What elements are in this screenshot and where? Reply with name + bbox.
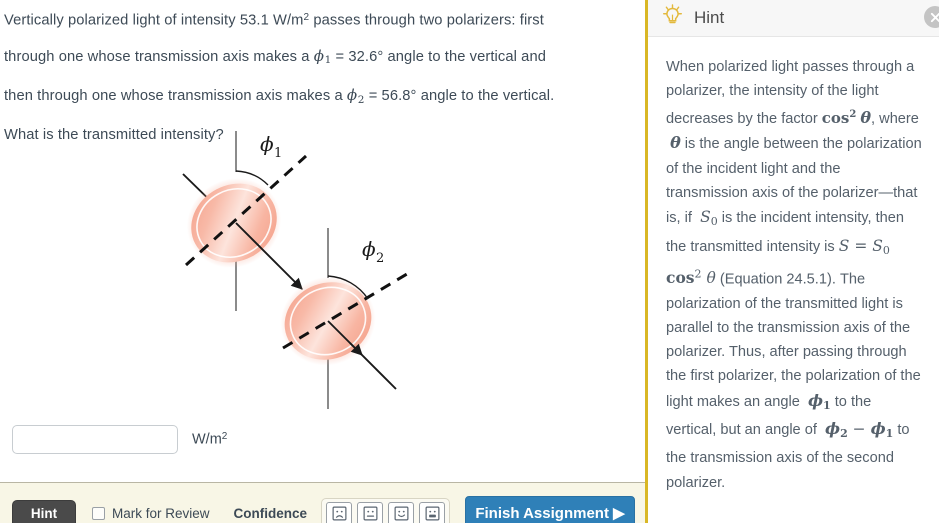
answer-row: W/m2 [12,425,227,454]
mark-for-review-label: Mark for Review [112,506,210,521]
theta-symbol-2: θ [670,133,681,153]
frown-face-icon[interactable] [326,501,353,523]
question-pane: Vertically polarized light of intensity … [0,0,645,523]
phi1-diagram-label: ϕ [260,132,274,156]
hint-paragraph: When polarized light passes through a po… [666,55,925,495]
question-line-2: through one whose transmission axis make… [4,39,604,79]
answer-unit-base: W/m [192,431,222,448]
bottom-toolbar: Hint Mark for Review Confidence Finish A… [0,482,645,523]
cos-exponent: 2 [849,109,857,121]
hint-phi2-subscript: 2 [840,427,848,441]
hint-phi1-symbol: ϕ [807,390,824,410]
hint-phi1b-symbol: ϕ [870,419,886,439]
answer-input[interactable] [12,425,178,454]
question-line-3-part-b: = 56.8° angle to the vertical. [364,88,555,105]
S0-base: S [700,208,711,227]
grin-face-icon[interactable] [419,501,446,523]
neutral-face-icon[interactable] [357,501,384,523]
transmitted-ray [349,342,397,390]
intensity-value: 53.1 [239,12,269,29]
finish-assignment-button[interactable]: Finish Assignment ▶ [465,496,635,523]
assignment-page: Vertically polarized light of intensity … [0,0,939,523]
phi2-diagram-label: ϕ [362,237,376,261]
phi2-subscript: 2 [357,93,365,106]
question-line-3-part-a: then through one whose transmission axis… [4,88,347,105]
lightbulb-icon [662,4,683,32]
question-line-1-part-a: Vertically polarized light of intensity [4,12,240,29]
mark-for-review-checkbox[interactable] [92,507,105,520]
polarizer-1-group: ϕ 1 [182,131,308,311]
smile-face-icon[interactable] [388,501,415,523]
close-icon[interactable] [924,6,939,28]
phi2-symbol: ϕ [346,86,358,105]
hint-text-e: The polarization of the transmitted ligh… [666,271,921,410]
hint-panel-title: Hint [694,8,725,27]
polarizer-diagram-svg: ϕ 1 ϕ 2 [182,131,413,409]
minus-sign: − [847,420,871,439]
question-line-2-part-a: through one whose transmission axis make… [4,48,314,65]
question-line-1-part-b: passes through two polarizers: first [309,12,544,29]
S0-subscript: 0 [710,214,718,228]
hint-phi1-subscript: 1 [823,398,831,412]
answer-unit-exponent: 2 [221,431,228,443]
question-line-1: Vertically polarized light of intensity … [4,0,604,39]
confidence-label: Confidence [233,506,308,521]
equation-reference: (Equation 24.5.1). [715,271,840,288]
answer-unit-label: W/m2 [192,431,227,448]
hint-button[interactable]: Hint [12,499,76,523]
polarizer-2-group: ϕ 2 [280,228,413,409]
hint-panel-header: Hint [648,0,939,37]
intensity-unit: W/m [268,12,304,29]
finish-assignment-label: Finish Assignment ▶ [475,505,625,522]
question-line-2-part-b: = 32.6° angle to the vertical and [331,48,546,65]
phi2-diagram-subscript: 2 [376,251,384,266]
S0-symbol: S0 [700,208,718,228]
hint-panel-body: When polarized light passes through a po… [648,37,939,495]
hint-text-b: , where [871,111,919,128]
phi1-diagram-subscript: 1 [274,146,282,161]
mark-for-review-group: Mark for Review [92,506,210,521]
question-line-3: then through one whose transmission axis… [4,78,604,118]
confidence-rating-group [321,497,451,523]
phi1-symbol: ϕ [313,46,325,65]
cos-symbol: cos [821,109,850,128]
polarizer-diagram: ϕ 1 ϕ 2 [150,126,450,416]
hint-phi2-symbol: ϕ [825,419,841,439]
hint-button-label: Hint [30,506,58,521]
hint-panel: Hint When polarized light passes through… [645,0,939,523]
theta-symbol-1: θ [860,108,872,128]
